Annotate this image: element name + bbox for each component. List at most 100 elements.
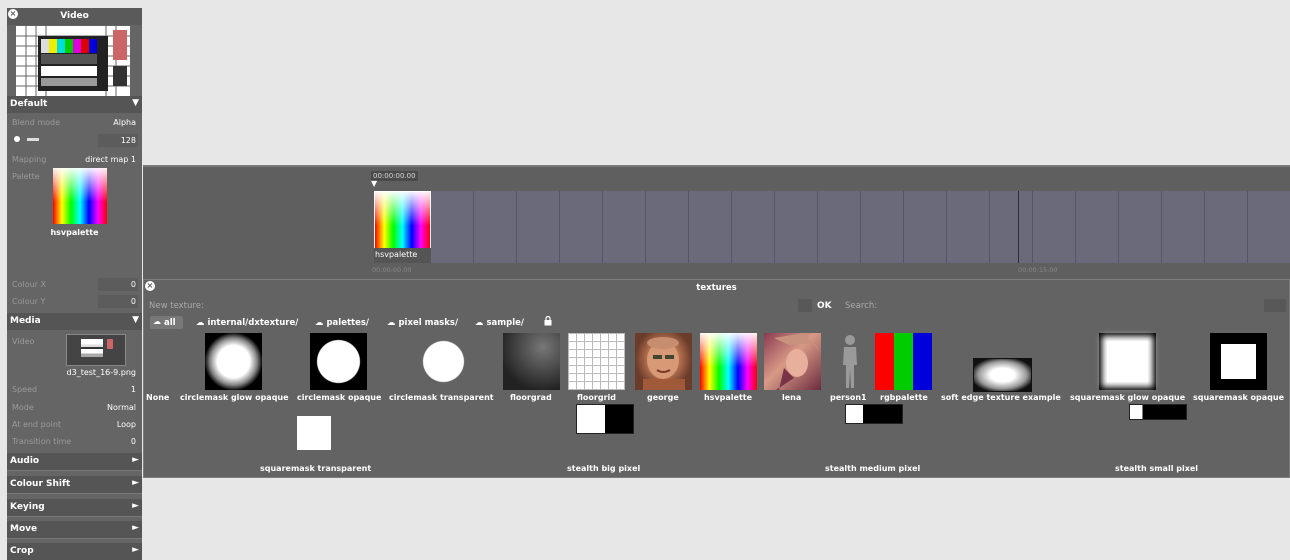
texture-squaremask-glow-opaque[interactable] — [1099, 333, 1156, 390]
folder-pixel-masks[interactable]: ☁ pixel masks/ — [387, 318, 458, 328]
mapping-value[interactable]: direct map 1 — [85, 155, 136, 164]
timeline-clip[interactable]: hsvpalette — [374, 191, 431, 263]
section-crop-label: Crop — [10, 546, 34, 556]
texture-floorgrid[interactable] — [568, 333, 625, 390]
light-bulb-icon — [14, 136, 20, 142]
test-card-mini-accent — [107, 339, 113, 349]
playhead-marker-icon[interactable]: ▼ — [371, 179, 377, 188]
folder-label: all — [164, 318, 176, 328]
texture-soft-edge-texture-example[interactable] — [973, 358, 1032, 392]
timeline-frame-cell — [1119, 191, 1162, 263]
texture-stealth-medium-pixel[interactable] — [845, 404, 903, 424]
texture-label: floorgrid — [577, 393, 617, 402]
texture-stealth-small-pixel[interactable] — [1129, 404, 1187, 420]
texture-george[interactable] — [635, 333, 692, 390]
section-audio-header[interactable]: Audio ► — [7, 453, 142, 470]
colour-y-label: Colour Y — [12, 297, 46, 306]
speed-value[interactable]: 1 — [131, 385, 136, 394]
section-colour-shift-header[interactable]: Colour Shift ► — [7, 476, 142, 493]
texture-circlemask-glow-opaque[interactable] — [205, 333, 262, 390]
texture-circlemask-opaque[interactable] — [310, 333, 367, 390]
clip-thumbnail — [375, 192, 430, 248]
texture-label: soft edge texture example — [941, 393, 1061, 402]
folder-label: pixel masks/ — [398, 318, 459, 328]
folder-label: sample/ — [486, 318, 524, 328]
speed-row[interactable]: Speed 1 — [7, 382, 142, 398]
brightness-slider[interactable] — [27, 138, 39, 141]
lock-icon[interactable] — [544, 315, 552, 326]
section-media-header[interactable]: Media ▼ — [7, 313, 142, 330]
palette-thumbnail[interactable] — [53, 168, 107, 224]
divider — [7, 538, 142, 539]
timeline-frame-cell — [431, 191, 474, 263]
timeline-frame-cell — [474, 191, 517, 263]
timeline-track[interactable]: 00:00:00.00 ▼ hsvpalette 00:00:00.00 00:… — [143, 165, 1290, 280]
white-square — [1221, 344, 1256, 379]
texture-squaremask-transparent[interactable] — [297, 416, 331, 450]
speed-label: Speed — [12, 385, 38, 394]
person-silhouette — [843, 335, 857, 388]
folder-all[interactable]: ☁ all — [150, 316, 183, 329]
video-file-thumbnail[interactable] — [66, 334, 126, 366]
colour-x-row[interactable]: Colour X 0 — [7, 277, 142, 293]
timeline-frame-cell — [517, 191, 560, 263]
timeline-frame-cell — [732, 191, 775, 263]
brightness-row[interactable]: 128 — [7, 133, 142, 149]
chevron-down-icon: ▼ — [132, 315, 139, 325]
folder-icon: ☁ — [387, 318, 399, 328]
texture-label: stealth big pixel — [567, 464, 641, 473]
ok-button[interactable]: OK — [817, 301, 832, 311]
blend-mode-row[interactable]: Blend mode Alpha — [7, 115, 142, 131]
section-audio-label: Audio — [10, 456, 40, 466]
texture-hsvpalette[interactable] — [700, 333, 757, 390]
blend-mode-value[interactable]: Alpha — [113, 118, 136, 127]
mapping-row[interactable]: Mapping direct map 1 — [7, 152, 142, 168]
section-keying-header[interactable]: Keying ► — [7, 499, 142, 516]
timeline-frame-cell — [947, 191, 990, 263]
mapping-label: Mapping — [12, 155, 47, 164]
section-move-header[interactable]: Move ► — [7, 521, 142, 538]
test-card-image — [16, 26, 130, 96]
end-point-value[interactable]: Loop — [117, 420, 136, 429]
search-input[interactable] — [1264, 299, 1286, 312]
section-default-header[interactable]: Default ▼ — [7, 96, 142, 113]
mode-row[interactable]: Mode Normal — [7, 400, 142, 416]
texture-stealth-big-pixel[interactable] — [576, 404, 634, 434]
timeline-frame-cell — [689, 191, 732, 263]
texture-circlemask-transparent[interactable] — [415, 333, 472, 390]
video-label: Video — [12, 337, 35, 346]
section-default-label: Default — [10, 99, 48, 109]
texture-label: person1 — [830, 393, 867, 402]
section-crop-header[interactable]: Crop ► — [7, 543, 142, 560]
folder-sample[interactable]: ☁ sample/ — [475, 318, 524, 328]
transition-value[interactable]: 0 — [131, 437, 136, 446]
texture-label: george — [647, 393, 679, 402]
new-texture-input[interactable] — [798, 299, 812, 312]
end-point-label: At end point — [12, 420, 62, 429]
texture-person1[interactable] — [836, 333, 864, 390]
texture-rgbpalette[interactable] — [875, 333, 932, 390]
colour-y-row[interactable]: Colour Y 0 — [7, 294, 142, 310]
texture-squaremask-opaque[interactable] — [1210, 333, 1267, 390]
timeline-frame-cell — [646, 191, 689, 263]
folder-icon: ☁ — [153, 317, 161, 326]
end-point-row[interactable]: At end point Loop — [7, 417, 142, 433]
section-move-label: Move — [10, 524, 38, 534]
folder-icon: ☁ — [196, 318, 208, 328]
folder-palettes[interactable]: ☁ palettes/ — [315, 318, 369, 328]
video-file-name: d3_test_16-9.png — [66, 368, 136, 377]
texture-floorgrad[interactable] — [503, 333, 560, 390]
texture-lena[interactable] — [764, 333, 821, 390]
timeline-frame-cell — [603, 191, 646, 263]
transition-row[interactable]: Transition time 0 — [7, 434, 142, 450]
panel-title-bar: × Video — [7, 8, 142, 25]
mode-value[interactable]: Normal — [107, 403, 136, 412]
brightness-value: 128 — [120, 136, 136, 145]
search-label: Search: — [845, 301, 878, 311]
folder-internal-dxtexture[interactable]: ☁ internal/dxtexture/ — [196, 318, 298, 328]
chevron-right-icon: ► — [132, 478, 139, 488]
chevron-right-icon: ► — [132, 455, 139, 465]
video-preview-thumbnail[interactable] — [16, 26, 130, 96]
mode-label: Mode — [12, 403, 34, 412]
palette-name: hsvpalette — [50, 228, 99, 237]
